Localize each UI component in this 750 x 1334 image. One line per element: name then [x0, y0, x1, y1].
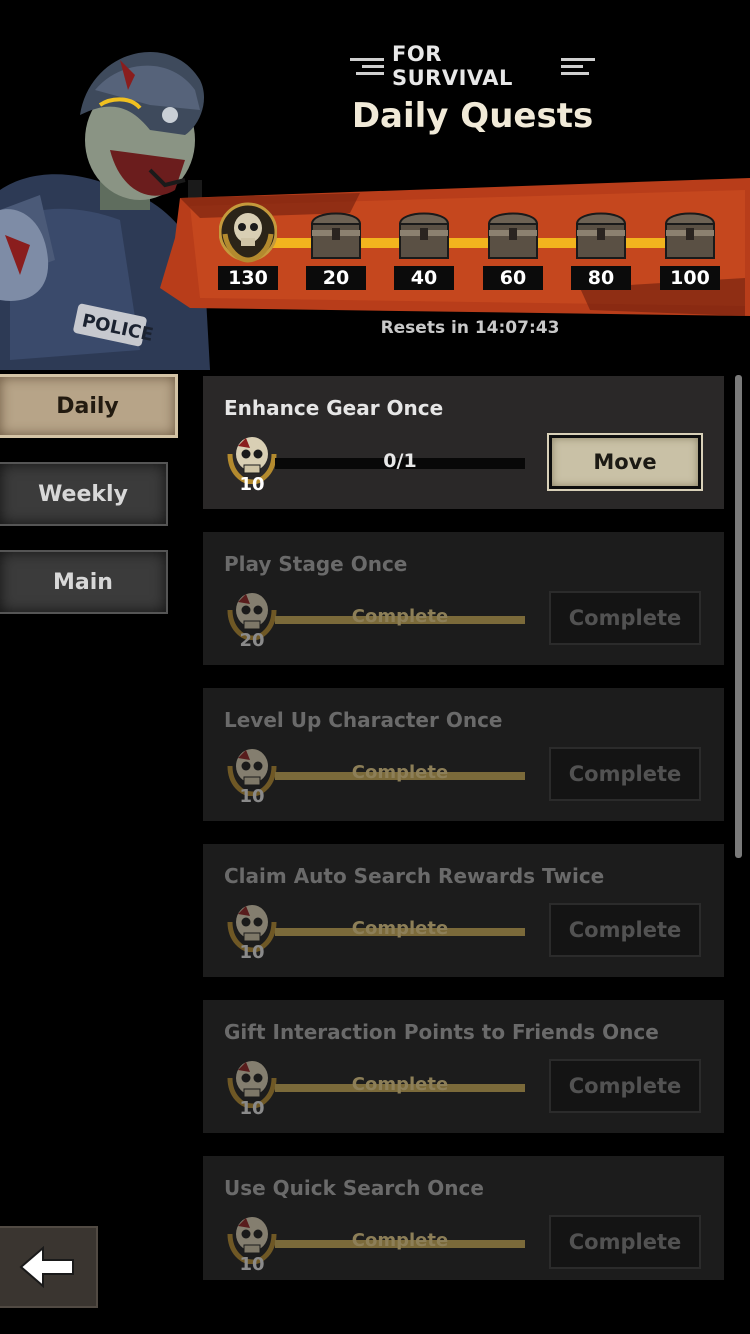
- chest-icon: [310, 212, 362, 259]
- decorative-lines-left: [350, 57, 384, 75]
- milestone-chest-80[interactable]: 80: [568, 200, 634, 292]
- tab-weekly[interactable]: Weekly: [0, 462, 168, 526]
- chest-icon: [398, 212, 450, 259]
- tab-main[interactable]: Main: [0, 550, 168, 614]
- quest-item: Enhance Gear Once 10 0/1 Move: [203, 376, 724, 509]
- milestone-chest-100[interactable]: 100: [657, 200, 723, 292]
- tab-label: Main: [53, 569, 113, 595]
- tab-label: Daily: [56, 393, 119, 419]
- complete-button[interactable]: Complete: [549, 747, 701, 801]
- chest-icon: [487, 212, 539, 259]
- subtitle-text: FOR SURVIVAL: [392, 42, 513, 90]
- quest-item: Claim Auto Search Rewards Twice 10 Compl…: [203, 844, 724, 977]
- quest-progress-text: 0/1: [383, 450, 417, 472]
- decorative-lines-right: [561, 57, 595, 75]
- milestone-chest-40[interactable]: 40: [391, 200, 457, 292]
- quest-reward-points: 10: [239, 786, 265, 807]
- quest-reward-points: 10: [239, 942, 265, 963]
- milestone-chest-20[interactable]: 20: [303, 200, 369, 292]
- skull-medal-icon: [219, 202, 277, 263]
- quest-title: Claim Auto Search Rewards Twice: [224, 864, 605, 888]
- complete-button[interactable]: Complete: [549, 903, 701, 957]
- current-points-badge: 130: [215, 200, 281, 292]
- complete-button[interactable]: Complete: [549, 1059, 701, 1113]
- tab-daily[interactable]: Daily: [0, 374, 178, 438]
- quest-list[interactable]: Enhance Gear Once 10 0/1 Move Play Stage…: [203, 376, 724, 1280]
- quest-title: Use Quick Search Once: [224, 1176, 484, 1200]
- milestone-value: 60: [483, 266, 543, 290]
- quest-list-scrollbar[interactable]: [735, 375, 742, 858]
- quest-reward-points: 10: [239, 474, 265, 495]
- milestone-value: 20: [306, 266, 366, 290]
- milestone-value: 40: [394, 266, 454, 290]
- milestone-chest-60[interactable]: 60: [480, 200, 546, 292]
- milestone-value: 100: [660, 266, 720, 290]
- quest-title: Enhance Gear Once: [224, 396, 444, 420]
- quest-progress-text: Complete: [351, 1074, 449, 1095]
- quest-title: Play Stage Once: [224, 552, 408, 576]
- chest-icon: [575, 212, 627, 259]
- current-points-value: 130: [218, 266, 278, 290]
- tab-label: Weekly: [38, 481, 128, 507]
- quest-item: Gift Interaction Points to Friends Once …: [203, 1000, 724, 1133]
- reset-timer: Resets in 14:07:43: [380, 318, 560, 338]
- quest-reward-points: 10: [239, 1254, 265, 1275]
- quest-item: Level Up Character Once 10 Complete Comp…: [203, 688, 724, 821]
- quest-reward-points: 20: [239, 630, 265, 651]
- back-arrow-icon: [19, 1246, 74, 1288]
- complete-button[interactable]: Complete: [549, 1215, 701, 1269]
- back-button[interactable]: [0, 1226, 98, 1308]
- quest-item: Use Quick Search Once 10 Complete Comple…: [203, 1156, 724, 1280]
- quest-progress-text: Complete: [351, 1230, 449, 1251]
- page-title: Daily Quests: [351, 96, 594, 136]
- quest-title: Level Up Character Once: [224, 708, 503, 732]
- move-button[interactable]: Move: [547, 433, 703, 491]
- complete-button[interactable]: Complete: [549, 591, 701, 645]
- milestone-value: 80: [571, 266, 631, 290]
- chest-icon: [664, 212, 716, 259]
- quest-title: Gift Interaction Points to Friends Once: [224, 1020, 659, 1044]
- quest-progress-text: Complete: [351, 606, 449, 627]
- header-subtitle: FOR SURVIVAL: [350, 42, 595, 90]
- quest-progress-text: Complete: [351, 762, 449, 783]
- quest-reward-points: 10: [239, 1098, 265, 1119]
- quest-item: Play Stage Once 20 Complete Complete: [203, 532, 724, 665]
- quest-progress-text: Complete: [351, 918, 449, 939]
